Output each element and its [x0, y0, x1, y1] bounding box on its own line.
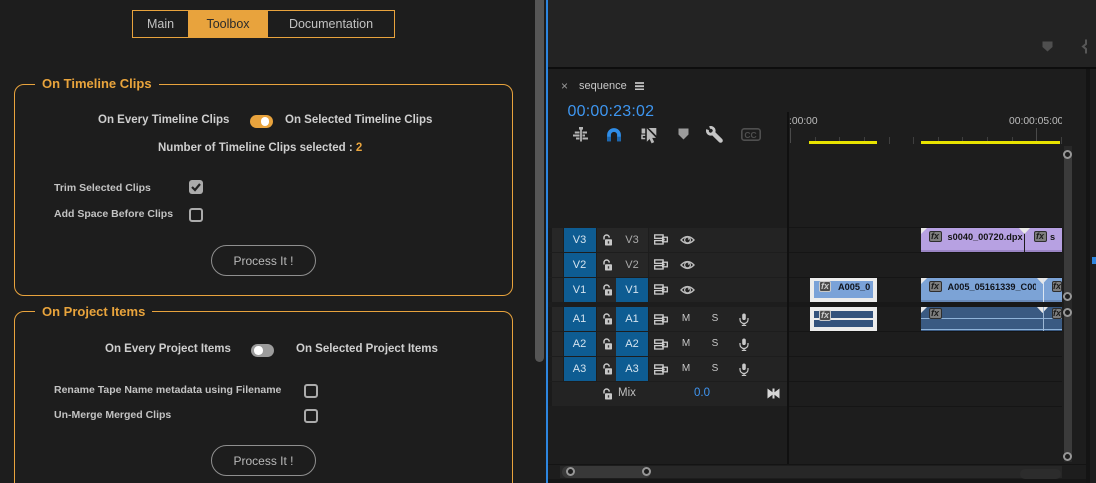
svg-text:CC: CC	[744, 130, 756, 140]
